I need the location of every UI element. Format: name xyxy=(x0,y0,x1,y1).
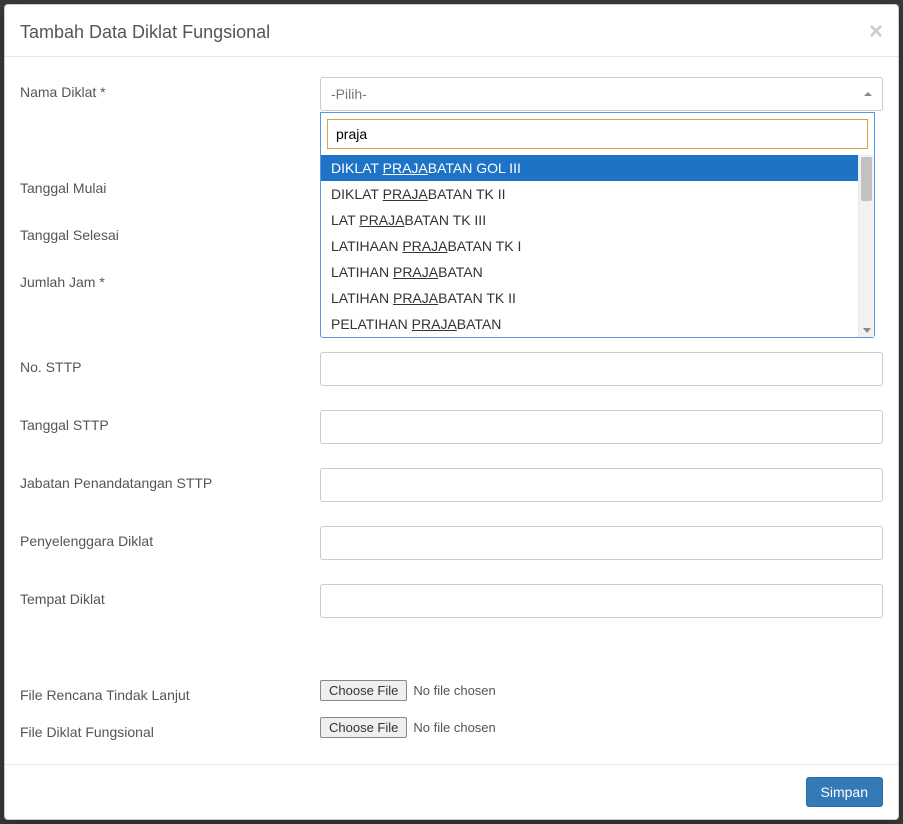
label-nama-diklat: Nama Diklat * xyxy=(20,77,320,100)
dropdown-search-wrap xyxy=(321,113,874,155)
close-icon[interactable]: × xyxy=(869,20,883,44)
row-no-sttp: No. STTP xyxy=(20,352,883,386)
label-no-sttp: No. STTP xyxy=(20,352,320,375)
modal-title: Tambah Data Diklat Fungsional xyxy=(20,22,270,43)
row-penyelenggara: Penyelenggara Diklat xyxy=(20,526,883,560)
dropdown-option[interactable]: PELATIHAN PRAJABATAN xyxy=(321,311,858,337)
dropdown-list: DIKLAT PRAJABATAN GOL IIIDIKLAT PRAJABAT… xyxy=(321,155,858,337)
file-diklat-button[interactable]: Choose File xyxy=(320,717,407,738)
dropdown-option[interactable]: DIKLAT PRAJABATAN GOL III xyxy=(321,155,858,181)
save-button[interactable]: Simpan xyxy=(806,777,883,807)
dropdown-option[interactable]: DIKLAT PRAJABATAN TK II xyxy=(321,181,858,207)
label-tanggal-sttp: Tanggal STTP xyxy=(20,410,320,433)
row-file-rtl: File Rencana Tindak Lanjut Choose File N… xyxy=(20,680,883,703)
modal-dialog: Tambah Data Diklat Fungsional × Nama Dik… xyxy=(4,4,899,820)
label-jabatan-sttp: Jabatan Penandatangan STTP xyxy=(20,468,320,491)
chevron-up-icon xyxy=(864,92,872,96)
label-penyelenggara: Penyelenggara Diklat xyxy=(20,526,320,549)
scroll-down-icon[interactable] xyxy=(859,323,874,337)
row-tanggal-sttp: Tanggal STTP xyxy=(20,410,883,444)
row-file-diklat: File Diklat Fungsional Choose File No fi… xyxy=(20,717,883,740)
modal-footer: Simpan xyxy=(5,764,898,819)
label-file-diklat: File Diklat Fungsional xyxy=(20,717,320,740)
dropdown-scrollbar[interactable] xyxy=(858,155,874,337)
dropdown-option[interactable]: LAT PRAJABATAN TK III xyxy=(321,207,858,233)
dropdown-option[interactable]: LATIHAAN PRAJABATAN TK I xyxy=(321,233,858,259)
label-tanggal-mulai: Tanggal Mulai xyxy=(20,173,320,196)
label-jumlah-jam: Jumlah Jam * xyxy=(20,267,320,290)
dropdown-option[interactable]: LATIHAN PRAJABATAN xyxy=(321,259,858,285)
label-file-rtl: File Rencana Tindak Lanjut xyxy=(20,680,320,703)
row-tempat: Tempat Diklat xyxy=(20,584,883,618)
label-tanggal-selesai: Tanggal Selesai xyxy=(20,220,320,243)
input-penyelenggara[interactable] xyxy=(320,526,883,560)
input-tanggal-sttp[interactable] xyxy=(320,410,883,444)
label-tempat: Tempat Diklat xyxy=(20,584,320,607)
dropdown-search-input[interactable] xyxy=(327,119,868,149)
row-jabatan-sttp: Jabatan Penandatangan STTP xyxy=(20,468,883,502)
input-no-sttp[interactable] xyxy=(320,352,883,386)
input-jabatan-sttp[interactable] xyxy=(320,468,883,502)
file-diklat-status: No file chosen xyxy=(413,720,495,735)
modal-body: Nama Diklat * -Pilih- DIKLAT PRAJABATAN … xyxy=(5,57,898,764)
input-tempat[interactable] xyxy=(320,584,883,618)
file-rtl-status: No file chosen xyxy=(413,683,495,698)
select-nama-diklat[interactable]: -Pilih- xyxy=(320,77,883,111)
file-rtl-button[interactable]: Choose File xyxy=(320,680,407,701)
scroll-thumb[interactable] xyxy=(861,157,872,201)
row-nama-diklat: Nama Diklat * -Pilih- xyxy=(20,77,883,111)
select-placeholder: -Pilih- xyxy=(331,86,367,102)
dropdown-option[interactable]: LATIHAN PRAJABATAN TK II xyxy=(321,285,858,311)
modal-header: Tambah Data Diklat Fungsional × xyxy=(5,5,898,57)
dropdown-panel: DIKLAT PRAJABATAN GOL IIIDIKLAT PRAJABAT… xyxy=(320,112,875,338)
